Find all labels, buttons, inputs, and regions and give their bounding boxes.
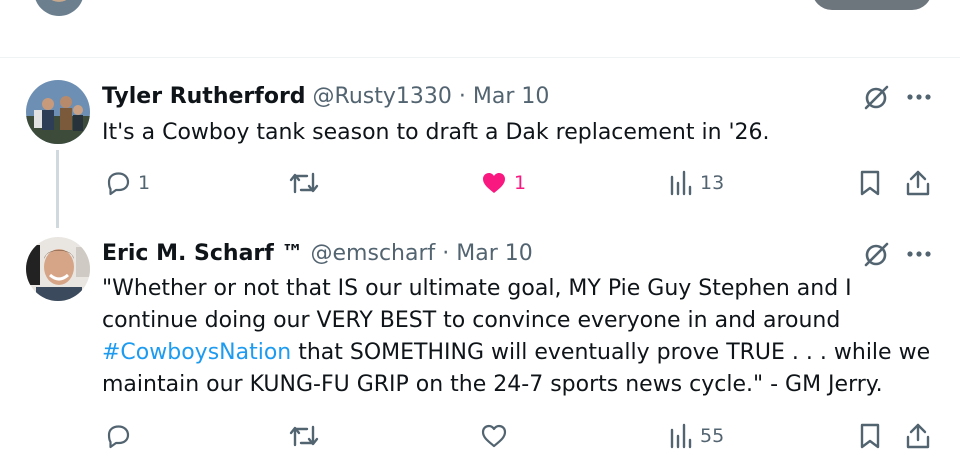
heart-icon [481,424,507,448]
avatar[interactable] [26,80,90,144]
divider [0,57,960,58]
repost-button[interactable] [288,422,326,450]
grok-icon[interactable] [862,241,890,269]
like-button[interactable] [480,422,514,450]
tweet-text: "Whether or not that IS our ultimate goa… [102,273,942,401]
bookmark-icon [860,423,880,449]
avatar-photo [26,80,90,144]
reply-button[interactable]: 1 [104,169,150,197]
avatar-photo [26,237,90,301]
handle[interactable]: @Rusty1330 [313,84,452,109]
display-name[interactable]: Tyler Rutherford [102,84,306,109]
reply-icon [107,425,130,449]
views-button[interactable]: 13 [668,169,724,197]
hashtag-link[interactable]: #CowboysNation [102,340,291,365]
previous-action-button[interactable] [812,0,932,10]
share-icon [906,423,930,449]
separator: · [442,241,450,266]
more-icon[interactable] [906,90,932,104]
bookmark-button[interactable] [858,169,882,197]
tweet-header: Tyler Rutherford @Rusty1330 · Mar 10 [102,83,549,111]
share-icon [906,170,930,196]
reply-count: 1 [138,172,151,194]
handle[interactable]: @emscharf [311,241,436,266]
separator: · [458,84,466,109]
bookmark-button[interactable] [858,422,882,450]
previous-avatar[interactable] [34,0,84,16]
action-bar: 55 [0,416,960,456]
share-button[interactable] [904,422,932,450]
views-button[interactable]: 55 [668,422,724,450]
tweet-text-start: "Whether or not that IS our ultimate goa… [102,276,852,333]
share-button[interactable] [904,169,932,197]
timestamp[interactable]: Mar 10 [456,241,533,266]
action-bar: 1 1 13 [0,163,960,203]
tweet-header: Eric M. Scharf ™ @emscharf · Mar 10 [102,240,533,268]
avatar[interactable] [26,237,90,301]
grok-icon[interactable] [862,84,890,112]
bookmark-icon [860,170,880,196]
views-icon [670,170,692,196]
view-count: 55 [700,425,725,447]
reply-icon [107,172,130,196]
repost-icon [289,172,319,194]
view-count: 13 [700,172,725,194]
repost-icon [289,425,319,447]
tweet-text: It's a Cowboy tank season to draft a Dak… [102,120,770,145]
more-icon[interactable] [906,247,932,261]
like-button[interactable]: 1 [480,169,526,197]
heart-icon [483,173,505,193]
reply-button[interactable] [104,422,138,450]
like-count: 1 [514,172,527,194]
display-name[interactable]: Eric M. Scharf ™ [102,241,304,266]
repost-button[interactable] [288,169,326,197]
timestamp[interactable]: Mar 10 [473,84,550,109]
views-icon [670,423,692,449]
